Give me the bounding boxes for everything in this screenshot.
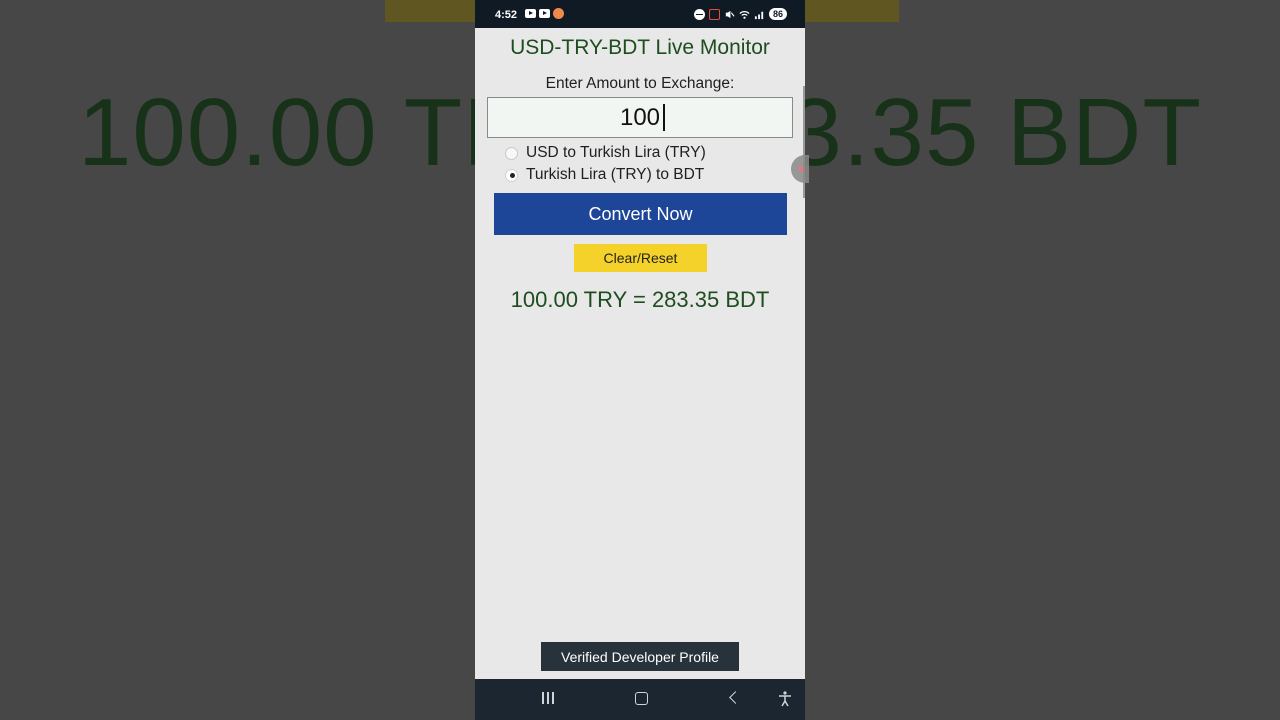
background-text-left: 100.00 TR: [78, 79, 534, 186]
app-title: USD-TRY-BDT Live Monitor: [510, 36, 770, 59]
amount-input[interactable]: [487, 97, 793, 138]
navigation-bar: [475, 679, 805, 720]
cast-icon: [708, 8, 720, 20]
accessibility-icon[interactable]: [765, 679, 805, 720]
back-icon[interactable]: [711, 679, 757, 720]
radio-label-usd-to-try: USD to Turkish Lira (TRY): [526, 144, 706, 161]
text-cursor: [663, 104, 665, 131]
youtube-icon: [539, 9, 550, 18]
status-time: 4:52: [495, 9, 518, 21]
signal-icon: [754, 11, 764, 19]
radio-label-try-to-bdt: Turkish Lira (TRY) to BDT: [526, 166, 705, 183]
notification-icons: [525, 8, 564, 19]
clear-reset-button[interactable]: Clear/Reset: [574, 244, 707, 272]
radio-usd-to-try[interactable]: USD to Turkish Lira (TRY): [505, 144, 706, 162]
background-text-right: 3.35 BDT: [788, 79, 1202, 186]
radio-button-checked[interactable]: [505, 168, 518, 182]
youtube-icon: [525, 9, 536, 18]
do-not-disturb-icon: [693, 8, 705, 20]
phone-screen: 4:52 86 USD-TRY-BDT Live Monitor Enter A…: [475, 0, 805, 720]
conversion-result: 100.00 TRY = 283.35 BDT: [510, 287, 770, 312]
app-notification-icon: [553, 8, 564, 19]
system-icons: 86: [693, 8, 787, 20]
status-bar: 4:52 86: [475, 0, 805, 28]
amount-label: Enter Amount to Exchange:: [545, 75, 735, 92]
convert-now-button[interactable]: Convert Now: [494, 193, 787, 235]
radio-button-unchecked[interactable]: [505, 146, 518, 160]
verified-developer-profile-button[interactable]: Verified Developer Profile: [541, 642, 739, 671]
home-icon[interactable]: [618, 679, 664, 720]
mute-icon: [725, 10, 735, 18]
battery-level: 86: [768, 8, 787, 20]
wifi-icon: [739, 10, 750, 19]
radio-try-to-bdt[interactable]: Turkish Lira (TRY) to BDT: [505, 166, 704, 184]
recent-apps-icon[interactable]: [525, 679, 571, 720]
